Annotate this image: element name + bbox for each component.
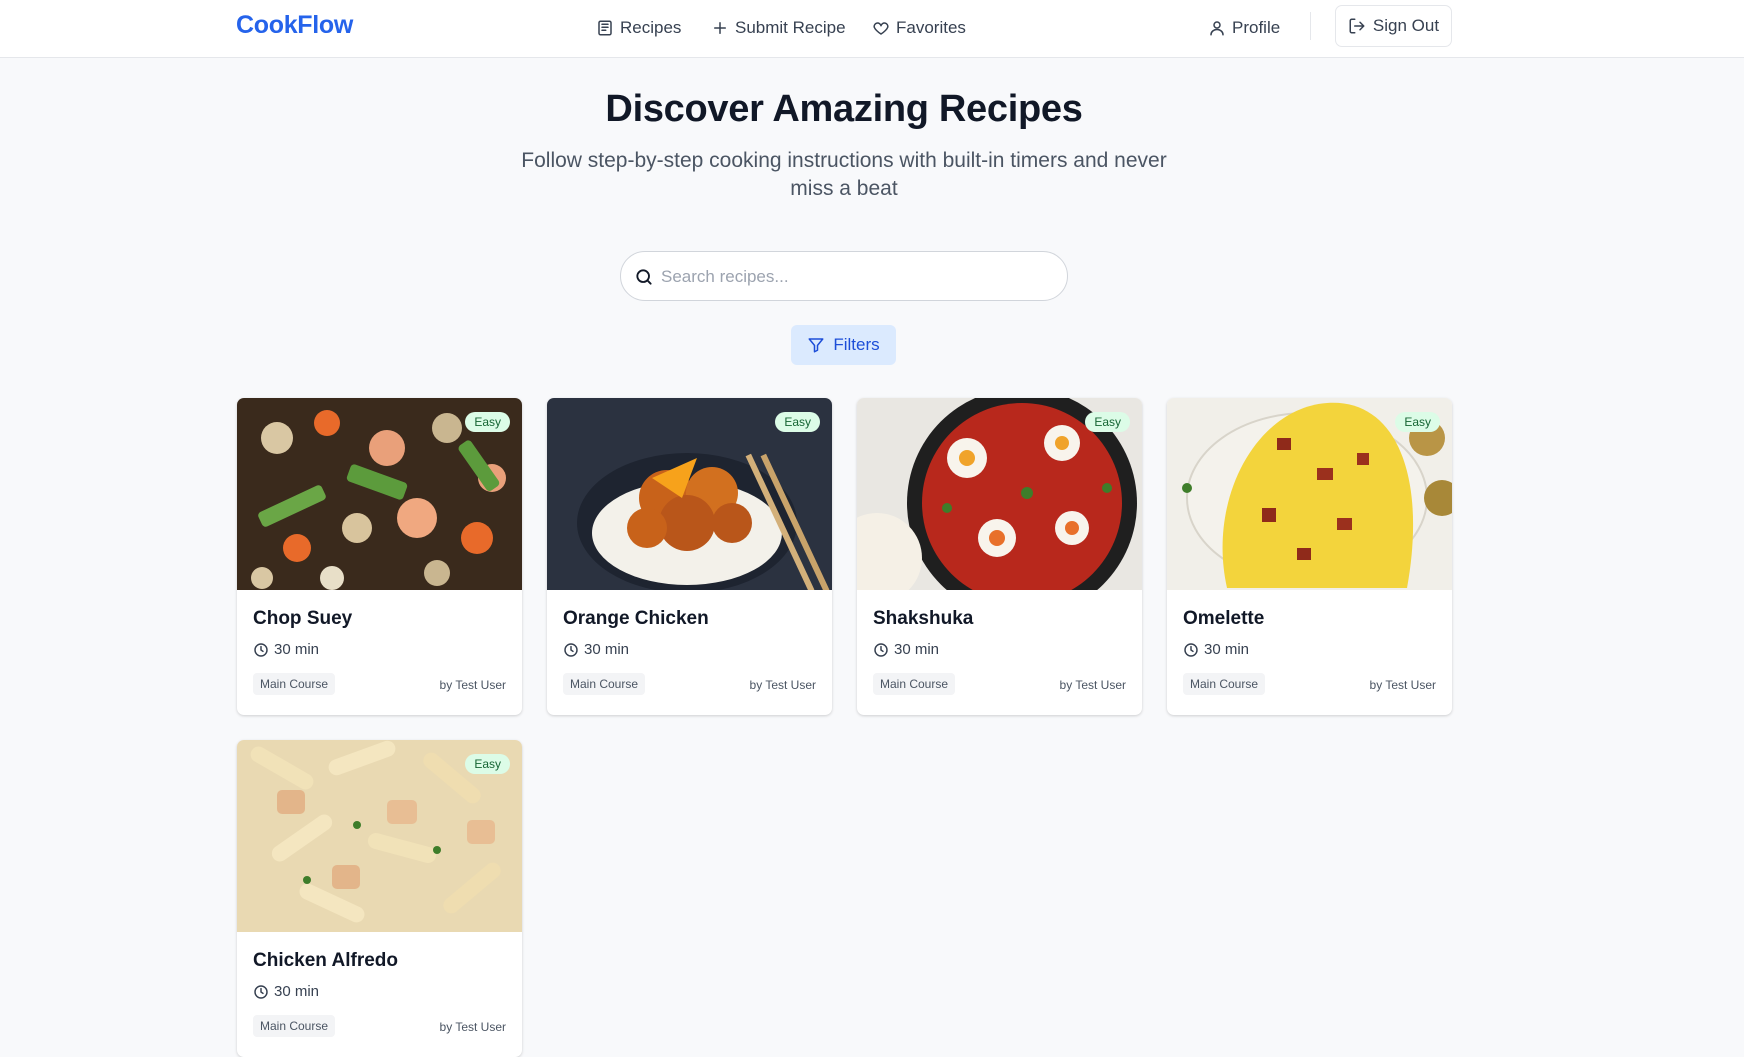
category-tag: Main Course xyxy=(563,673,646,695)
search-input[interactable] xyxy=(661,260,1051,294)
recipe-card[interactable]: Easy Omelette 30 min Main Course by Test… xyxy=(1167,398,1452,715)
recipe-time: 30 min xyxy=(873,641,939,658)
category-tag: Main Course xyxy=(253,673,336,695)
filters-label: Filters xyxy=(833,335,880,354)
difficulty-badge: Easy xyxy=(1395,412,1440,432)
book-icon xyxy=(598,20,612,36)
nav-favorites-link[interactable]: Favorites xyxy=(872,15,966,41)
recipe-time: 30 min xyxy=(563,641,629,658)
clock-icon xyxy=(1184,642,1198,657)
nav-profile-link[interactable]: Profile xyxy=(1208,15,1280,41)
log-out-icon xyxy=(1349,18,1365,34)
difficulty-badge: Easy xyxy=(1085,412,1130,432)
sign-out-button[interactable]: Sign Out xyxy=(1335,5,1452,47)
recipe-title: Orange Chicken xyxy=(563,608,709,629)
heart-icon xyxy=(873,22,889,35)
recipe-time-label: 30 min xyxy=(1204,641,1250,658)
recipe-time-label: 30 min xyxy=(274,641,320,658)
recipe-author: by Test User xyxy=(749,678,816,692)
category-tag: Main Course xyxy=(1183,673,1266,695)
recipe-title: Omelette xyxy=(1183,608,1265,629)
page-subtitle: Follow step-by-step cooking instructions… xyxy=(521,149,1167,200)
clock-icon xyxy=(254,642,268,657)
recipe-card[interactable]: Easy Chop Suey 30 min Main Course by Tes… xyxy=(237,398,522,715)
recipe-card[interactable]: Easy Shakshuka 30 min Main Course by Tes… xyxy=(857,398,1142,715)
clock-icon xyxy=(564,642,578,657)
difficulty-badge: Easy xyxy=(465,754,510,774)
recipe-time: 30 min xyxy=(253,641,319,658)
nav-recipes-label: Recipes xyxy=(620,18,682,37)
user-icon xyxy=(1210,21,1224,36)
category-tag: Main Course xyxy=(253,1015,336,1037)
recipe-author: by Test User xyxy=(439,678,506,692)
recipe-author: by Test User xyxy=(1369,678,1436,692)
recipe-title: Chop Suey xyxy=(253,608,353,629)
recipe-time: 30 min xyxy=(253,983,319,1000)
recipe-title: Shakshuka xyxy=(873,608,974,629)
plus-icon xyxy=(714,22,726,34)
clock-icon xyxy=(254,984,268,999)
nav-favorites-label: Favorites xyxy=(896,18,966,37)
recipe-time-label: 30 min xyxy=(274,983,320,1000)
nav-recipes-link[interactable]: Recipes xyxy=(596,15,681,41)
recipe-author: by Test User xyxy=(439,1020,506,1034)
search-bar xyxy=(620,251,1068,301)
sign-out-label: Sign Out xyxy=(1372,16,1440,35)
filter-icon xyxy=(808,338,824,353)
search-icon xyxy=(636,269,652,285)
clock-icon xyxy=(874,642,888,657)
nav-submit-recipe-link[interactable]: Submit Recipe xyxy=(711,15,846,41)
recipe-time-label: 30 min xyxy=(584,641,630,658)
difficulty-badge: Easy xyxy=(775,412,820,432)
brand-logo[interactable]: CookFlow xyxy=(236,11,353,40)
nav-profile-label: Profile xyxy=(1232,18,1281,37)
filters-button[interactable]: Filters xyxy=(791,325,896,365)
nav-divider xyxy=(1310,12,1311,40)
recipe-card[interactable]: Easy Orange Chicken 30 min Main Course b… xyxy=(547,398,832,715)
recipe-time-label: 30 min xyxy=(894,641,940,658)
recipe-author: by Test User xyxy=(1059,678,1126,692)
top-navbar: CookFlow Recipes Submit Recipe Favorites… xyxy=(0,0,1744,58)
nav-submit-recipe-label: Submit Recipe xyxy=(735,18,846,37)
category-tag: Main Course xyxy=(873,673,956,695)
recipe-title: Chicken Alfredo xyxy=(253,950,398,971)
page-title: Discover Amazing Recipes xyxy=(605,88,1083,130)
difficulty-badge: Easy xyxy=(465,412,510,432)
recipe-card[interactable]: Easy Chicken Alfredo 30 min Main Course … xyxy=(237,740,522,1057)
recipe-time: 30 min xyxy=(1183,641,1249,658)
